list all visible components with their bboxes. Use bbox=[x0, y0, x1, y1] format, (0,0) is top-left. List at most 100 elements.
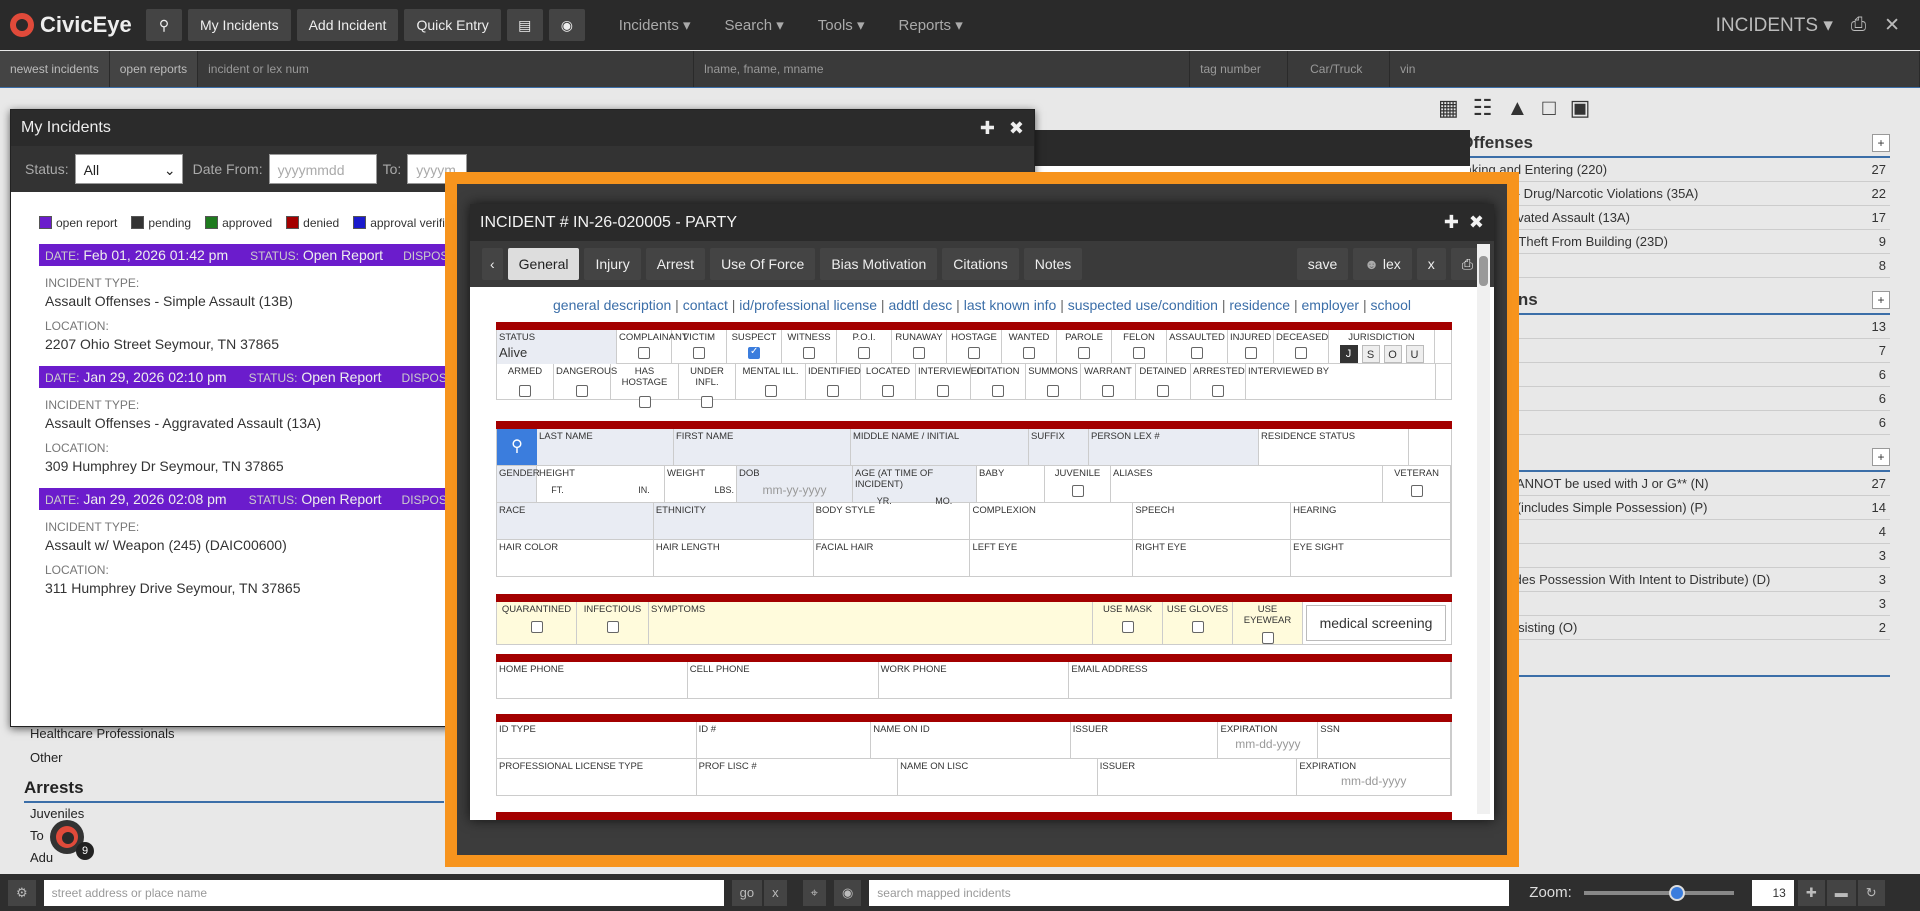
name-field-input[interactable]: MIDDLE NAME / INITIAL bbox=[851, 429, 1029, 465]
checkbox[interactable] bbox=[1295, 347, 1307, 359]
role-checkbox-field[interactable]: INJURED bbox=[1228, 330, 1274, 364]
checkbox[interactable] bbox=[882, 385, 894, 397]
crosshair-icon[interactable]: ⌖ bbox=[802, 879, 826, 906]
checkbox[interactable] bbox=[1410, 485, 1423, 497]
section-link[interactable]: employer bbox=[1302, 297, 1360, 313]
checkbox[interactable] bbox=[913, 347, 925, 359]
print-icon[interactable]: ⎙ bbox=[1851, 14, 1866, 36]
section-link[interactable]: general description bbox=[553, 297, 671, 313]
checkbox[interactable] bbox=[827, 385, 839, 397]
role-checkbox-field[interactable]: ASSAULTED bbox=[1167, 330, 1228, 364]
name-field-input[interactable]: FIRST NAME bbox=[674, 429, 851, 465]
height-input[interactable]: HEIGHT FT. IN. bbox=[537, 466, 665, 502]
refresh-icon[interactable]: ↻ bbox=[1857, 879, 1885, 906]
menu-reports[interactable]: Reports ▾ bbox=[899, 16, 963, 34]
flag-checkbox-field[interactable]: WARRANT bbox=[1081, 364, 1136, 400]
flag-checkbox-field[interactable]: UNDER INFL. bbox=[679, 364, 736, 408]
license-number-input[interactable]: PROF LISC # bbox=[697, 759, 899, 795]
symptoms-input[interactable]: SYMPTOMS bbox=[649, 602, 1093, 644]
description-select[interactable]: HAIR LENGTH bbox=[654, 540, 814, 576]
list-item[interactable]: Other bbox=[30, 746, 440, 770]
name-search-input[interactable]: lname, fname, mname bbox=[694, 50, 1191, 87]
expand-icon[interactable]: ✚ bbox=[1444, 204, 1459, 241]
status-filter-select[interactable]: All ⌄ bbox=[74, 154, 183, 184]
role-checkbox-field[interactable]: WITNESS bbox=[782, 330, 837, 364]
description-select[interactable]: LEFT EYE bbox=[970, 540, 1134, 576]
flag-checkbox-field[interactable]: ARRESTED bbox=[1191, 364, 1246, 400]
section-link[interactable]: school bbox=[1371, 297, 1411, 313]
tab-arrest[interactable]: Arrest bbox=[645, 248, 706, 280]
description-select[interactable]: HEARING bbox=[1291, 503, 1451, 539]
medical-screening-button[interactable]: medical screening bbox=[1306, 605, 1446, 641]
name-on-id-input[interactable]: NAME ON ID bbox=[871, 722, 1071, 758]
close-icon[interactable]: ✖ bbox=[1009, 110, 1024, 146]
zoom-slider-handle[interactable] bbox=[1668, 884, 1685, 901]
mapped-incidents-search-input[interactable]: search mapped incidents bbox=[869, 879, 1510, 906]
use-gloves-checkbox-field[interactable]: USE GLOVES bbox=[1163, 602, 1233, 644]
gender-select[interactable]: GENDER bbox=[497, 466, 540, 502]
checkbox[interactable] bbox=[748, 346, 760, 359]
jurisdiction-o-button[interactable]: O bbox=[1383, 345, 1402, 363]
checkbox[interactable] bbox=[701, 396, 713, 408]
calculator-icon[interactable]: ▦ bbox=[1438, 95, 1459, 121]
calendar-icon[interactable]: ☷ bbox=[1473, 95, 1493, 121]
address-search-input[interactable]: street address or place name bbox=[43, 879, 724, 906]
search-icon[interactable]: ⚲ bbox=[146, 9, 182, 41]
tag-search-input[interactable]: tag number bbox=[1190, 50, 1289, 87]
flag-checkbox-field[interactable]: MENTAL ILL. bbox=[736, 364, 806, 400]
description-select[interactable]: FACIAL HAIR bbox=[814, 540, 971, 576]
quick-entry-button[interactable]: Quick Entry bbox=[404, 9, 501, 41]
use-eyewear-checkbox-field[interactable]: USE EYEWEAR bbox=[1233, 602, 1303, 644]
name-on-license-input[interactable]: NAME ON LISC bbox=[898, 759, 1098, 795]
list-item[interactable]: To bbox=[30, 825, 440, 847]
tab-injury[interactable]: Injury bbox=[584, 248, 641, 280]
age-input[interactable]: AGE (AT TIME OF INCIDENT) YR. MO. bbox=[853, 466, 977, 506]
description-select[interactable]: EYE SIGHT bbox=[1291, 540, 1451, 576]
role-checkbox-field[interactable]: DECEASED bbox=[1274, 330, 1329, 364]
checkbox[interactable] bbox=[693, 347, 705, 359]
checkbox[interactable] bbox=[1157, 385, 1169, 397]
juvenile-checkbox-field[interactable]: JUVENILE bbox=[1045, 466, 1111, 502]
description-select[interactable]: RIGHT EYE bbox=[1133, 540, 1292, 576]
role-checkbox-field[interactable]: RUNAWAY bbox=[892, 330, 947, 364]
tab-general[interactable]: General bbox=[507, 248, 580, 280]
tab-notes[interactable]: Notes bbox=[1023, 248, 1083, 280]
flag-checkbox-field[interactable]: SUMMONS bbox=[1026, 364, 1081, 400]
checkbox[interactable] bbox=[638, 347, 650, 359]
checkbox[interactable] bbox=[1191, 347, 1203, 359]
checkbox[interactable] bbox=[1212, 385, 1224, 397]
contact-input[interactable]: HOME PHONE bbox=[497, 662, 688, 698]
checkbox[interactable] bbox=[576, 385, 588, 397]
weight-input[interactable]: WEIGHT LBS. bbox=[665, 466, 737, 502]
quarantined-checkbox-field[interactable]: QUARANTINED bbox=[497, 602, 577, 644]
checkbox[interactable] bbox=[764, 385, 777, 397]
add-icon[interactable]: + bbox=[1872, 448, 1890, 466]
tab-use-of-force[interactable]: Use Of Force bbox=[710, 248, 816, 280]
zoom-out-button[interactable]: ▬ bbox=[1826, 879, 1856, 906]
checkbox[interactable] bbox=[1133, 347, 1145, 359]
section-link[interactable]: last known info bbox=[964, 297, 1057, 313]
checkbox[interactable] bbox=[1071, 485, 1084, 497]
checkbox[interactable] bbox=[1191, 621, 1204, 633]
party-scrollbar[interactable] bbox=[1477, 244, 1490, 814]
role-checkbox-field[interactable]: PAROLE bbox=[1057, 330, 1112, 364]
clear-button[interactable]: x bbox=[764, 879, 787, 906]
role-checkbox-field[interactable]: COMPLAINANT bbox=[617, 330, 688, 364]
flag-checkbox-field[interactable]: HAS HOSTAGE bbox=[611, 364, 679, 408]
menu-incidents[interactable]: Incidents ▾ bbox=[619, 16, 691, 34]
jurisdiction-s-button[interactable]: S bbox=[1361, 345, 1380, 363]
checkbox[interactable] bbox=[1078, 347, 1090, 359]
vehicle-type-select[interactable]: Car/Truck bbox=[1288, 50, 1391, 87]
checkbox[interactable] bbox=[1244, 347, 1257, 359]
map-marker-icon[interactable]: ◉ bbox=[548, 9, 585, 41]
ssn-input[interactable]: SSN bbox=[1318, 722, 1451, 758]
section-link[interactable]: id/professional license bbox=[739, 297, 877, 313]
checkbox[interactable] bbox=[1102, 385, 1114, 397]
back-button[interactable]: ‹ bbox=[482, 248, 503, 280]
map-icon[interactable]: ▲ bbox=[1507, 95, 1529, 121]
id-type-select[interactable]: ID TYPE bbox=[497, 722, 697, 758]
description-select[interactable]: HAIR COLOR bbox=[497, 540, 654, 576]
contact-input[interactable]: EMAIL ADDRESS bbox=[1069, 662, 1451, 698]
contact-input[interactable]: WORK PHONE bbox=[879, 662, 1070, 698]
add-icon[interactable]: + bbox=[1872, 134, 1890, 152]
